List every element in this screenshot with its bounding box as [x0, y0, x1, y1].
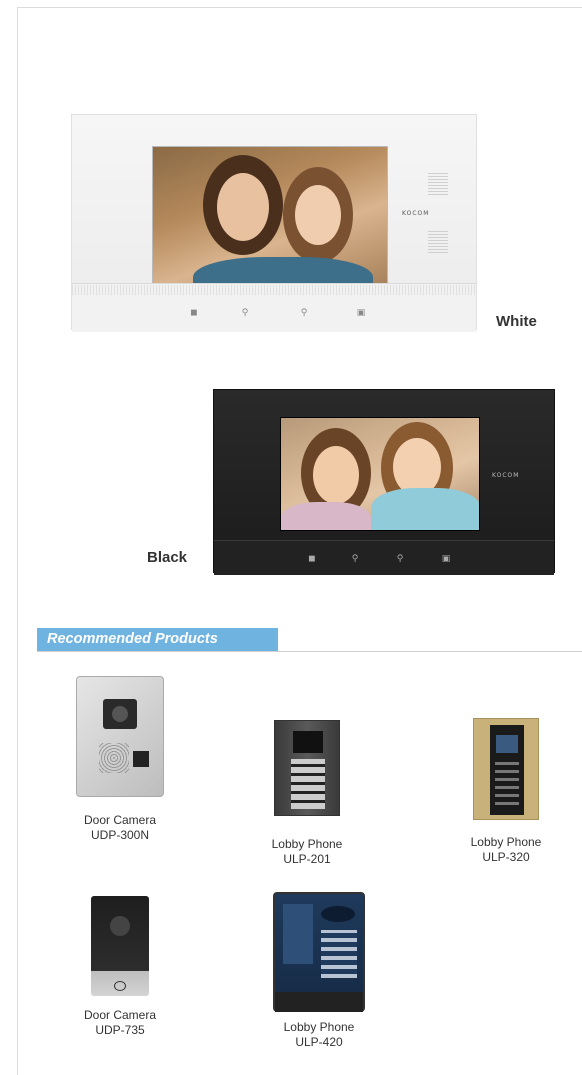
black-monitor-image: KOCOM ◼ ⚲ ⚲ ▣	[213, 389, 555, 575]
product-name: Lobby Phone	[470, 835, 542, 849]
panel-body	[91, 896, 149, 996]
keypad	[321, 930, 357, 978]
key-icon: ⚲	[351, 554, 359, 564]
section-title: Recommended Products	[47, 631, 218, 647]
white-monitor-image: KOCOM ◼ ⚲ ⚲ ▣	[71, 114, 477, 332]
black-variant-label: Black	[147, 549, 188, 566]
key-icon: ⚲	[300, 308, 308, 318]
product-card[interactable]: Lobby Phone ULP-201	[262, 720, 352, 867]
clothing	[281, 502, 371, 530]
product-model: UDP-300N	[90, 828, 150, 842]
white-variant-label: White	[496, 313, 537, 330]
camera-lens	[103, 699, 137, 729]
product-card[interactable]: Lobby Phone ULP-320	[452, 718, 560, 865]
mother-face	[217, 173, 269, 241]
product-image-ulp-420[interactable]	[273, 892, 365, 1012]
product-name: Door Camera	[83, 1008, 157, 1022]
product-card[interactable]: Door Camera UDP-300N	[60, 676, 180, 843]
section-header: Recommended Products	[37, 628, 278, 651]
brand-logo: KOCOM	[492, 472, 520, 479]
key-icon: ⚲	[396, 554, 404, 564]
product-model: ULP-420	[295, 1035, 343, 1049]
speaker-grille	[99, 743, 129, 773]
speaker-grille	[428, 231, 448, 253]
monitor-screen	[280, 417, 480, 531]
perforation-strip	[72, 285, 476, 295]
product-image-ulp-320[interactable]	[473, 718, 539, 820]
keypad	[291, 759, 325, 809]
display-panel	[293, 731, 323, 753]
monitor-screen	[152, 146, 388, 298]
product-card[interactable]: Lobby Phone ULP-420	[262, 892, 376, 1050]
speaker-icon: ◼	[308, 554, 316, 564]
speaker-grille	[428, 173, 448, 195]
product-name: Door Camera	[83, 813, 157, 827]
brand-logo: KOCOM	[402, 210, 430, 217]
product-image-udp-300n[interactable]	[76, 676, 164, 797]
call-button	[133, 751, 149, 767]
girl-face	[295, 185, 341, 245]
product-name: Lobby Phone	[271, 837, 343, 851]
section-divider	[37, 651, 582, 652]
product-model: ULP-320	[482, 850, 530, 864]
monitor-icon: ▣	[356, 308, 366, 318]
product-name: Lobby Phone	[283, 1020, 355, 1034]
product-card[interactable]: Door Camera UDP-735	[60, 876, 180, 1038]
display-panel	[283, 904, 313, 964]
product-model: UDP-735	[95, 1023, 145, 1037]
panel-body	[490, 725, 524, 815]
speaker-icon: ◼	[190, 308, 198, 318]
product-model: ULP-201	[283, 852, 331, 866]
product-image-ulp-201[interactable]	[274, 720, 340, 816]
clothing	[371, 488, 479, 530]
monitor-icon: ▣	[441, 554, 451, 564]
monitor-base	[214, 540, 554, 575]
product-image-udp-735[interactable]	[79, 876, 161, 998]
key-icon: ⚲	[241, 308, 249, 318]
girl-face	[313, 446, 359, 504]
